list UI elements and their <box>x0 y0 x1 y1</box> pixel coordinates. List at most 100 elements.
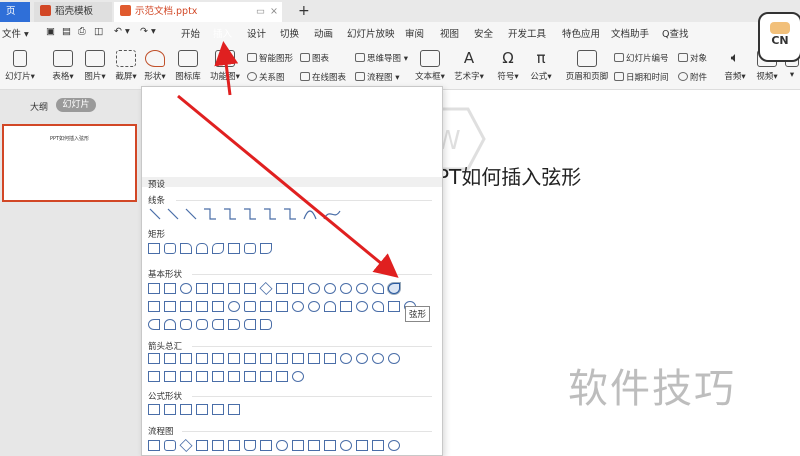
diamond-shape[interactable] <box>259 281 273 296</box>
basic-row-1[interactable] <box>148 281 400 296</box>
vtextbox-shape[interactable] <box>164 283 176 294</box>
diag-round-shape[interactable] <box>212 243 224 254</box>
curved-left-arrow-shape[interactable] <box>356 353 368 364</box>
curved-down-arrow-shape[interactable] <box>388 353 400 364</box>
mindmap-button[interactable]: 思维导图 ▾ <box>355 52 408 64</box>
tab-home[interactable]: 页 <box>0 2 30 22</box>
block-arc-shape[interactable] <box>324 301 336 312</box>
offpage-connector-shape[interactable] <box>356 440 368 451</box>
equal-sign-shape[interactable] <box>212 404 224 415</box>
triangle-shape[interactable] <box>196 283 208 294</box>
outline-tab[interactable]: 大纲 <box>30 100 48 113</box>
bent-arrow-shape[interactable] <box>276 353 288 364</box>
plus-shape[interactable] <box>212 301 224 312</box>
striped-arrow-shape[interactable] <box>148 371 160 382</box>
frame-shape[interactable] <box>148 301 160 312</box>
formula-button[interactable]: π 公式▾ <box>527 50 555 83</box>
menu-assistant[interactable]: 文档助手 <box>611 26 649 40</box>
down-callout-shape[interactable] <box>244 371 256 382</box>
half-frame-shape[interactable] <box>164 301 176 312</box>
menu-transition[interactable]: 切换 <box>280 26 299 40</box>
process-shape[interactable] <box>148 440 160 451</box>
menu-view[interactable]: 视图 <box>440 26 459 40</box>
audio-button[interactable]: 🔈︎ 音频▾ <box>720 50 750 82</box>
snip-rect-shape[interactable] <box>180 243 192 254</box>
slides-tab[interactable]: 幻灯片 <box>56 98 96 112</box>
print-icon[interactable]: ⎙ <box>78 26 86 37</box>
donut-shape[interactable] <box>228 301 240 312</box>
manual-operation-shape[interactable] <box>324 440 336 451</box>
flow-row[interactable] <box>148 438 400 453</box>
summing-junction-shape[interactable] <box>388 440 400 451</box>
connector-shape[interactable] <box>340 440 352 451</box>
table-button[interactable]: 表格▾ <box>48 50 78 82</box>
minus-sign-shape[interactable] <box>164 404 176 415</box>
up-arrow-shape[interactable] <box>180 353 192 364</box>
up-down-arrow-shape[interactable] <box>228 353 240 364</box>
round-corner-shape[interactable] <box>196 243 208 254</box>
arrows-row-1[interactable] <box>148 353 400 364</box>
monitor-icon[interactable]: ▭ <box>256 2 265 22</box>
left-bracket-shape[interactable] <box>212 319 224 330</box>
cube-shape[interactable] <box>260 301 272 312</box>
oval-shape[interactable] <box>180 283 192 294</box>
menu-start[interactable]: 开始 <box>181 26 200 40</box>
left-right-up-arrow-shape[interactable] <box>260 353 272 364</box>
no-symbol-shape[interactable] <box>308 301 320 312</box>
right-brace-shape[interactable] <box>260 319 272 330</box>
rect3-shape[interactable] <box>244 243 256 254</box>
notched-arrow-shape[interactable] <box>164 371 176 382</box>
function-chart-button[interactable]: 功能图▾ <box>207 50 243 82</box>
rect4-shape[interactable] <box>260 243 272 254</box>
menu-dev[interactable]: 开发工具 <box>508 26 546 40</box>
left-callout-shape[interactable] <box>260 371 272 382</box>
menu-features[interactable]: 特色应用 <box>562 26 600 40</box>
tab-docer[interactable]: 稻壳模板 <box>34 2 112 22</box>
basic-row-2[interactable] <box>148 301 416 312</box>
rect-row[interactable] <box>148 243 272 254</box>
chevron-shape[interactable] <box>196 371 208 382</box>
document-shape[interactable] <box>244 440 256 451</box>
flowchart-button[interactable]: 流程图 ▾ <box>355 71 399 83</box>
gallery-button[interactable]: 图标库 <box>173 50 203 82</box>
up-callout-shape[interactable] <box>228 371 240 382</box>
menu-insert[interactable]: 插入 <box>213 26 232 40</box>
bracket-pair-shape[interactable] <box>180 319 192 330</box>
redo-icon[interactable]: ↷ ▾ <box>140 26 156 37</box>
slide-title[interactable]: PT如何插入弦形 <box>437 161 581 190</box>
divide-sign-shape[interactable] <box>196 404 208 415</box>
terminator-shape[interactable] <box>276 440 288 451</box>
not-equal-sign-shape[interactable] <box>228 404 240 415</box>
preparation-shape[interactable] <box>292 440 304 451</box>
slide-number-button[interactable]: 幻灯片编号 <box>614 52 669 64</box>
art-text-button[interactable]: A 艺术字▾ <box>453 50 485 83</box>
left-arrow-shape[interactable] <box>164 353 176 364</box>
new-tab-button[interactable]: + <box>292 2 310 22</box>
formula-row[interactable] <box>148 404 240 415</box>
trapezoid-shape[interactable] <box>244 283 256 294</box>
cloud-shape[interactable] <box>164 319 176 330</box>
left-up-arrow-shape[interactable] <box>308 353 320 364</box>
bevel-shape[interactable] <box>276 301 288 312</box>
basic-row-3[interactable] <box>148 319 272 330</box>
data-shape[interactable] <box>196 440 208 451</box>
decision-shape[interactable] <box>179 438 193 453</box>
chord-shape[interactable] <box>388 283 400 294</box>
multiply-sign-shape[interactable] <box>180 404 192 415</box>
predefined-process-shape[interactable] <box>212 440 224 451</box>
down-arrow-shape[interactable] <box>196 353 208 364</box>
pentagon-arrow-shape[interactable] <box>180 371 192 382</box>
picture-button[interactable]: 图片▾ <box>80 50 110 82</box>
menu-security[interactable]: 安全 <box>474 26 493 40</box>
internal-storage-shape[interactable] <box>228 440 240 451</box>
shapes-dropdown[interactable]: 预设 线条 矩形 基本形状 弦形 箭头总汇 公式形状 流程图 <box>141 86 443 456</box>
multidocument-shape[interactable] <box>260 440 272 451</box>
right-callout-shape[interactable] <box>212 371 224 382</box>
menu-animation[interactable]: 动画 <box>314 26 333 40</box>
chart-button[interactable]: 图表 <box>300 52 329 64</box>
tab-document[interactable]: 示范文档.pptx ▭ × <box>114 2 282 22</box>
textbox-shape[interactable] <box>148 283 160 294</box>
relation-button[interactable]: 关系图 <box>247 71 285 83</box>
screenshot-button[interactable]: 截屏▾ <box>111 50 141 82</box>
menu-review[interactable]: 审阅 <box>405 26 424 40</box>
